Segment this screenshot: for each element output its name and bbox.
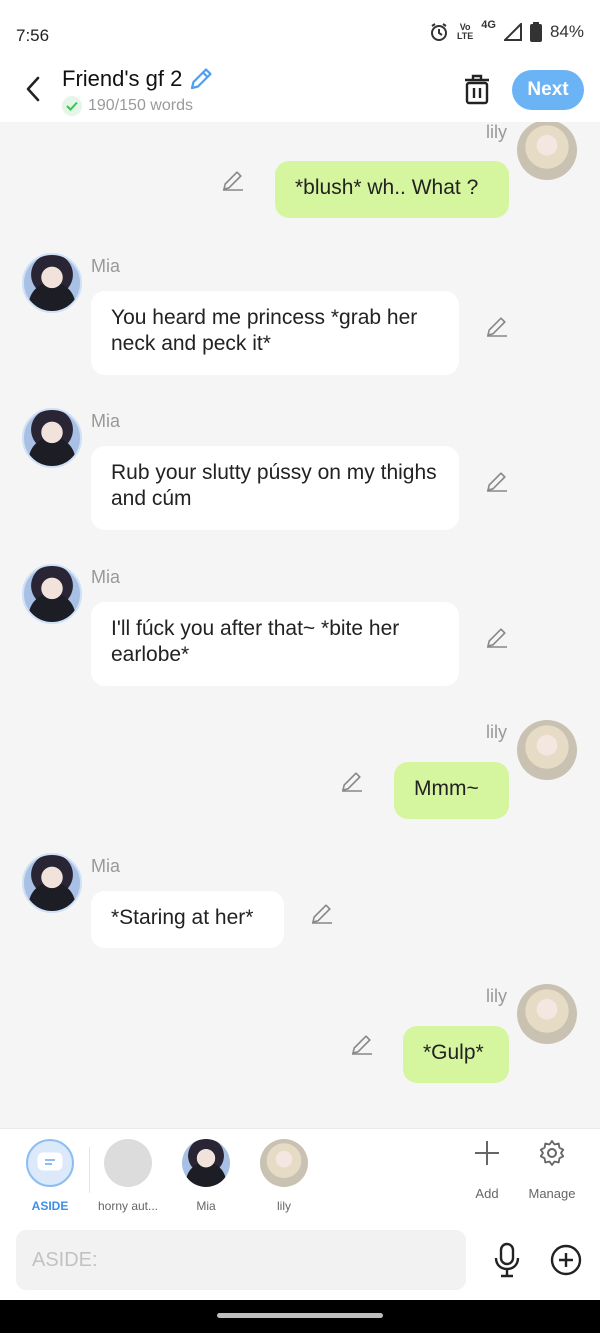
battery-level: 84% bbox=[549, 22, 584, 41]
chat-header: Friend's gf 2 190/150 words Next bbox=[0, 64, 600, 122]
tab-mia[interactable]: Mia bbox=[166, 1139, 246, 1213]
message-bubble[interactable]: I'll fúck you after that~ *bite her earl… bbox=[91, 602, 459, 686]
message-bubble[interactable]: *Staring at her* bbox=[91, 891, 284, 948]
check-icon bbox=[62, 96, 82, 116]
word-count-row: 190/150 words bbox=[62, 96, 193, 116]
manage-button[interactable]: Manage bbox=[517, 1139, 587, 1201]
volte-indicator: Vo LTE bbox=[456, 22, 474, 41]
trash-icon[interactable] bbox=[462, 72, 492, 106]
word-count: 190/150 words bbox=[88, 97, 193, 114]
sender-name: lily bbox=[486, 722, 507, 742]
sender-name: Mia bbox=[91, 856, 121, 876]
avatar bbox=[104, 1139, 152, 1187]
avatar[interactable] bbox=[22, 564, 82, 624]
signal-icon bbox=[503, 23, 522, 41]
sender-name: lily bbox=[486, 122, 507, 142]
status-time: 7:56 bbox=[16, 26, 50, 45]
tab-label: Manage bbox=[528, 1186, 576, 1201]
avatar bbox=[260, 1139, 308, 1187]
sender-name: Mia bbox=[91, 256, 121, 276]
microphone-icon[interactable] bbox=[492, 1242, 522, 1278]
next-button[interactable]: Next bbox=[512, 70, 584, 110]
avatar[interactable] bbox=[517, 984, 577, 1044]
edit-title-icon[interactable] bbox=[188, 66, 214, 92]
input-bar bbox=[0, 1220, 600, 1300]
edit-message-icon[interactable] bbox=[485, 314, 509, 338]
system-nav-bar bbox=[0, 1300, 600, 1333]
message-bubble[interactable]: Rub your slutty pússy on my thighs and c… bbox=[91, 446, 459, 530]
avatar[interactable] bbox=[517, 720, 577, 780]
avatar bbox=[182, 1139, 230, 1187]
message-input[interactable] bbox=[16, 1230, 466, 1290]
tab-lily[interactable]: lily bbox=[244, 1139, 324, 1213]
message-bubble[interactable]: Mmm~ bbox=[394, 762, 509, 819]
tab-label: Add bbox=[475, 1186, 499, 1201]
tab-aside[interactable]: ASIDE bbox=[10, 1139, 90, 1213]
avatar[interactable] bbox=[517, 122, 577, 180]
gear-icon bbox=[539, 1140, 565, 1166]
edit-message-icon[interactable] bbox=[221, 168, 245, 192]
plus-icon bbox=[475, 1141, 499, 1165]
status-bar: 7:56 Vo LTE 4G 84% bbox=[0, 0, 600, 64]
chat-title: Friend's gf 2 bbox=[62, 66, 183, 91]
character-tabbar: ASIDE horny aut... Mia lily Add Manage bbox=[0, 1128, 600, 1220]
edit-message-icon[interactable] bbox=[340, 769, 364, 793]
edit-message-icon[interactable] bbox=[485, 469, 509, 493]
tab-horny[interactable]: horny aut... bbox=[88, 1139, 168, 1213]
alarm-icon bbox=[430, 23, 447, 41]
back-button[interactable] bbox=[18, 74, 48, 104]
home-gesture-handle[interactable] bbox=[217, 1313, 383, 1318]
edit-message-icon[interactable] bbox=[485, 625, 509, 649]
tab-label: Mia bbox=[196, 1199, 216, 1213]
sender-name: lily bbox=[486, 986, 507, 1006]
message-bubble[interactable]: You heard me princess *grab her neck and… bbox=[91, 291, 459, 375]
message-bubble[interactable]: *blush* wh.. What ? bbox=[275, 161, 509, 218]
battery-icon bbox=[529, 22, 542, 42]
edit-message-icon[interactable] bbox=[350, 1032, 374, 1056]
edit-message-icon[interactable] bbox=[310, 901, 334, 925]
avatar[interactable] bbox=[22, 853, 82, 913]
tab-label: lily bbox=[277, 1199, 291, 1213]
chevron-left-icon bbox=[26, 76, 40, 102]
tab-label: horny aut... bbox=[97, 1199, 159, 1213]
sender-name: Mia bbox=[91, 567, 121, 587]
chat-title-row: Friend's gf 2 bbox=[62, 66, 214, 92]
status-icons: Vo LTE 4G 84% bbox=[429, 19, 584, 42]
message-bubble[interactable]: *Gulp* bbox=[403, 1026, 509, 1083]
network-type: 4G bbox=[481, 19, 496, 31]
avatar[interactable] bbox=[22, 408, 82, 468]
add-attachment-icon[interactable] bbox=[550, 1244, 582, 1276]
add-button[interactable]: Add bbox=[452, 1139, 522, 1201]
chat-area[interactable]: lily *blush* wh.. What ? Mia You heard m… bbox=[0, 122, 600, 1128]
tab-label: ASIDE bbox=[31, 1199, 69, 1213]
avatar[interactable] bbox=[22, 253, 82, 313]
sender-name: Mia bbox=[91, 411, 121, 431]
aside-icon bbox=[26, 1139, 74, 1187]
